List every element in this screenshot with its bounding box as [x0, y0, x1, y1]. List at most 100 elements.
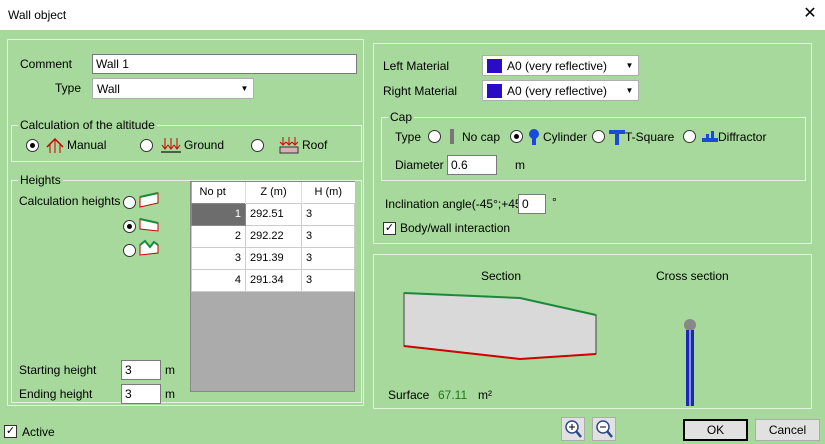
ok-button[interactable]: OK — [683, 419, 748, 441]
table-cell[interactable]: 3 — [301, 246, 355, 270]
right-material-select[interactable]: A0 (very reflective) ▼ — [482, 80, 639, 101]
preview-panel: Section Cross section Surface 67.11 m² — [373, 254, 812, 409]
table-cell[interactable]: 3 — [301, 268, 355, 292]
table-cell: 3 — [191, 246, 246, 270]
altitude-manual-radio[interactable] — [26, 139, 39, 152]
table-cell[interactable]: 292.51 — [245, 202, 302, 226]
altitude-roof-radio[interactable] — [251, 139, 264, 152]
zoom-out-button[interactable] — [592, 417, 616, 441]
zoom-in-button[interactable] — [561, 417, 585, 441]
altitude-ground-radio[interactable] — [140, 139, 153, 152]
type-select[interactable]: Wall ▼ — [92, 78, 254, 99]
material-color-swatch — [487, 84, 502, 98]
calc-height-mode-2-radio[interactable] — [123, 220, 136, 233]
manual-altitude-icon — [46, 137, 64, 153]
table-cell[interactable]: 292.22 — [245, 224, 302, 248]
calc-height-mode-1-radio[interactable] — [123, 196, 136, 209]
type-value: Wall — [97, 82, 120, 96]
left-material-select[interactable]: A0 (very reflective) ▼ — [482, 55, 639, 76]
table-row[interactable]: 3 291.39 3 — [191, 246, 355, 270]
starting-height-label: Starting height — [19, 363, 97, 377]
zoom-out-icon — [596, 420, 613, 438]
height-constant-icon — [139, 192, 159, 208]
points-table[interactable]: No pt Z (m) H (m) 1 292.51 3 2 292.22 3 — [190, 181, 355, 392]
inclination-input[interactable]: 0 — [518, 194, 546, 214]
table-cell[interactable]: 3 — [301, 224, 355, 248]
cross-section-label: Cross section — [656, 269, 729, 283]
type-label: Type — [55, 81, 82, 95]
cap-cylinder-radio[interactable] — [510, 130, 523, 143]
close-icon[interactable]: ✕ — [800, 4, 820, 24]
cap-cylinder-label: Cylinder — [543, 130, 588, 144]
active-checkbox[interactable]: ✓ — [4, 425, 17, 438]
cap-diffractor-label: Diffractor — [718, 130, 767, 144]
ground-altitude-icon — [161, 138, 181, 153]
cancel-button[interactable]: Cancel — [755, 419, 820, 441]
column-header-no-pt: No pt — [191, 182, 246, 203]
height-variable-icon — [139, 239, 159, 256]
table-cell[interactable]: 291.34 — [245, 268, 302, 292]
diameter-input[interactable]: 0.6 — [447, 155, 497, 175]
left-panel: Comment Wall 1 Type Wall ▼ Calculation o… — [7, 39, 364, 406]
cap-tsquare-label: T-Square — [625, 130, 675, 144]
diameter-unit: m — [515, 158, 525, 172]
body-wall-checkbox[interactable]: ✓ — [383, 222, 396, 235]
comment-input[interactable]: Wall 1 — [92, 54, 357, 74]
surface-label: Surface — [388, 388, 430, 402]
ending-height-input[interactable]: 3 — [121, 384, 161, 404]
cap-tsquare-radio[interactable] — [592, 130, 605, 143]
dialog-body: Comment Wall 1 Type Wall ▼ Calculation o… — [0, 30, 825, 444]
roof-altitude-icon — [279, 137, 299, 154]
table-cell[interactable]: 291.39 — [245, 246, 302, 270]
section-preview — [403, 292, 597, 361]
window-title: Wall object — [8, 8, 67, 22]
cylinder-cap-icon — [529, 129, 539, 145]
cross-section-preview — [684, 319, 696, 406]
cap-diffractor-radio[interactable] — [683, 130, 696, 143]
altitude-title: Calculation of the altitude — [18, 118, 157, 132]
table-cell: 4 — [191, 268, 246, 292]
body-wall-label: Body/wall interaction — [400, 221, 511, 235]
starting-height-input[interactable]: 3 — [121, 360, 161, 380]
right-material-value: A0 (very reflective) — [507, 84, 608, 98]
cap-type-label: Type — [395, 130, 422, 144]
left-material-label: Left Material — [383, 59, 450, 73]
table-row[interactable]: 1 292.51 3 — [191, 202, 355, 226]
zoom-in-icon — [565, 420, 582, 438]
diffractor-cap-icon — [702, 131, 718, 142]
ending-height-unit: m — [165, 387, 175, 401]
cap-nocap-label: No cap — [462, 130, 501, 144]
altitude-roof-label: Roof — [302, 138, 328, 152]
cap-nocap-radio[interactable] — [428, 130, 441, 143]
altitude-group: Calculation of the altitude Manual Groun… — [11, 118, 362, 162]
table-row[interactable]: 2 292.22 3 — [191, 224, 355, 248]
right-material-label: Right Material — [383, 84, 458, 98]
section-label: Section — [481, 269, 522, 283]
cap-title: Cap — [388, 110, 415, 124]
table-row[interactable]: 4 291.34 3 — [191, 268, 355, 292]
cap-group: Cap Type No cap Cylinder T-Square Diffra… — [381, 110, 806, 181]
diameter-label: Diameter — [395, 158, 444, 172]
column-header-z: Z (m) — [245, 182, 302, 203]
inclination-unit: ° — [552, 195, 557, 209]
starting-height-unit: m — [165, 363, 175, 377]
heights-group: Heights Calculation heights No pt Z (m) — [11, 173, 362, 404]
surface-value: 67.11 — [438, 388, 468, 402]
chevron-down-icon: ▼ — [625, 61, 634, 70]
left-material-value: A0 (very reflective) — [507, 59, 608, 73]
altitude-manual-label: Manual — [67, 138, 107, 152]
surface-unit: m² — [478, 388, 492, 402]
heights-title: Heights — [18, 173, 63, 187]
column-header-h: H (m) — [314, 186, 343, 199]
altitude-ground-label: Ground — [184, 138, 225, 152]
ending-height-label: Ending height — [19, 387, 93, 401]
table-cell[interactable]: 3 — [301, 202, 355, 226]
calc-heights-label: Calculation heights — [19, 194, 121, 208]
table-cell: 2 — [191, 224, 246, 248]
active-label: Active — [22, 425, 55, 439]
right-panel: Left Material A0 (very reflective) ▼ Rig… — [373, 43, 812, 244]
calc-height-mode-3-radio[interactable] — [123, 244, 136, 257]
title-bar: Wall object ✕ — [0, 0, 825, 30]
material-color-swatch — [487, 59, 502, 73]
table-cell: 1 — [191, 202, 246, 226]
